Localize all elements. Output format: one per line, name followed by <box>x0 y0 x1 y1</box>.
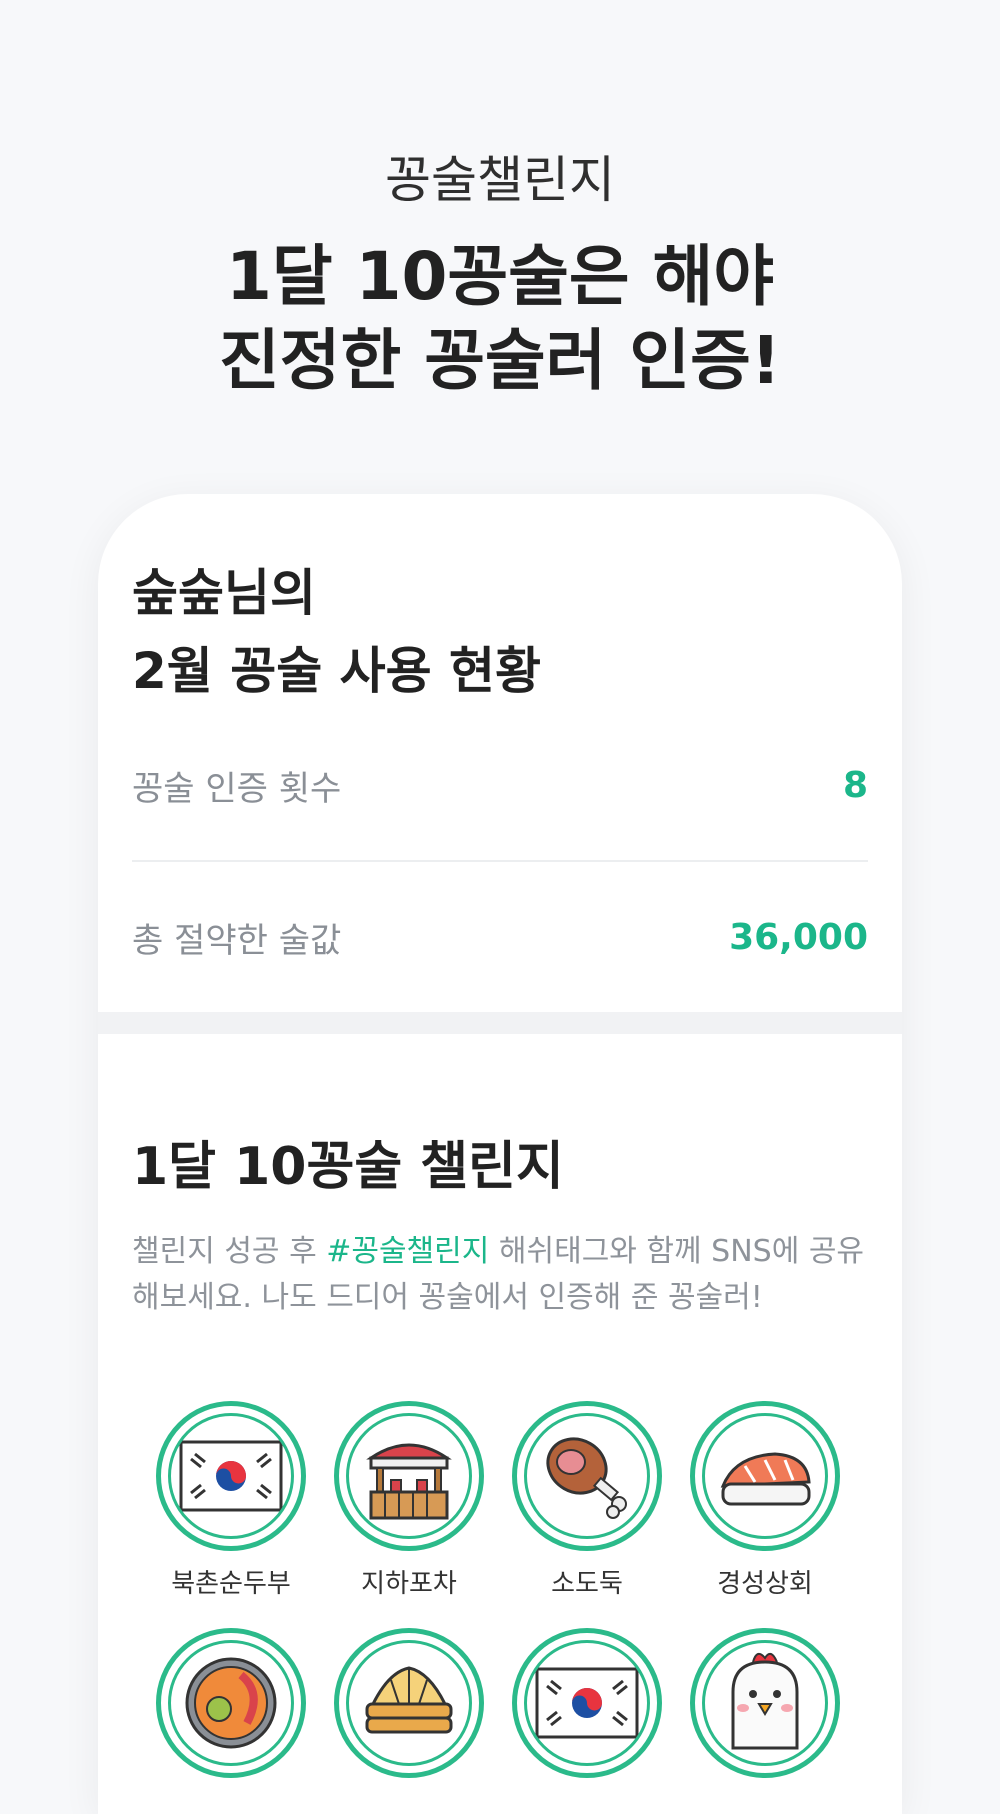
seafood-stew-icon <box>181 1653 281 1753</box>
stamp-name: 소도둑 <box>551 1569 623 1599</box>
korean-flag-icon <box>179 1440 283 1512</box>
stamp-item[interactable] <box>498 1628 676 1790</box>
usage-stats-title-month: 2월 꽁술 사용 현황 <box>132 642 542 700</box>
stat-label: 총 절약한 술값 <box>132 920 342 961</box>
challenge-description: 챌린지 성공 후 #꽁술챌린지 해쉬태그와 함께 SNS에 공유해보세요. 나도… <box>132 1229 868 1321</box>
stat-value: 36,000 <box>729 916 868 958</box>
stamp-ring <box>690 1628 840 1778</box>
section-divider <box>98 1012 902 1034</box>
usage-stats-section: 숲숲님의 2월 꽁술 사용 현황 꽁술 인증 횟수 8 총 절약한 술값 36,… <box>98 494 902 1014</box>
challenge-card: 숲숲님의 2월 꽁술 사용 현황 꽁술 인증 횟수 8 총 절약한 술값 36,… <box>98 494 902 1814</box>
challenge-title: 1달 10꽁술 챌린지 <box>132 1137 564 1197</box>
usage-stats-title: 숲숲님의 2월 꽁술 사용 현황 <box>132 554 868 710</box>
usage-stats-title-user: 숲숲님의 <box>132 564 316 622</box>
stamp-item[interactable] <box>142 1628 320 1790</box>
stamp-grid: 북촌순두부 지하포차 소도둑 경성상회 <box>132 1401 868 1790</box>
stamp-ring <box>334 1628 484 1778</box>
stat-value: 8 <box>842 764 868 806</box>
dumpling-steamer-icon <box>359 1658 459 1748</box>
stamp-ring <box>690 1401 840 1551</box>
stat-label: 꽁술 인증 횟수 <box>132 768 342 809</box>
challenge-section: 1달 10꽁술 챌린지 챌린지 성공 후 #꽁술챌린지 해쉬태그와 함께 SNS… <box>98 1034 902 1790</box>
page-headline: 1달 10꽁술은 해야 진정한 꽁술러 인증! <box>0 235 1000 403</box>
stamp-name: 북촌순두부 <box>171 1569 291 1599</box>
stamp-item[interactable]: 소도둑 <box>498 1401 676 1600</box>
stat-row-total-saved: 총 절약한 술값 36,000 <box>132 862 868 1014</box>
stamp-ring <box>512 1401 662 1551</box>
chicken-icon <box>717 1648 813 1758</box>
stamp-item[interactable]: 북촌순두부 <box>142 1401 320 1600</box>
stamp-item[interactable]: 지하포차 <box>320 1401 498 1600</box>
stamp-name: 지하포차 <box>361 1569 457 1599</box>
korean-flag-icon <box>535 1667 639 1739</box>
meat-leg-icon <box>539 1428 635 1524</box>
salmon-sushi-icon <box>715 1436 815 1516</box>
challenge-desc-text: 챌린지 성공 후 <box>132 1234 327 1269</box>
stamp-ring <box>334 1401 484 1551</box>
stamp-item[interactable]: 경성상회 <box>676 1401 854 1600</box>
headline-line-2: 진정한 꽁술러 인증! <box>219 322 781 399</box>
stamp-item[interactable] <box>676 1628 854 1790</box>
headline-line-1: 1달 10꽁술은 해야 <box>225 238 775 315</box>
stamp-ring <box>156 1628 306 1778</box>
food-stall-icon <box>361 1428 457 1524</box>
stamp-ring <box>156 1401 306 1551</box>
stamp-item[interactable] <box>320 1628 498 1790</box>
page-eyebrow: 꽁술챌린지 <box>385 151 615 209</box>
stamp-ring <box>512 1628 662 1778</box>
stat-row-verification-count: 꽁술 인증 횟수 8 <box>132 710 868 862</box>
stamp-name: 경성상회 <box>717 1569 813 1599</box>
hashtag-link: #꽁술챌린지 <box>326 1234 490 1269</box>
